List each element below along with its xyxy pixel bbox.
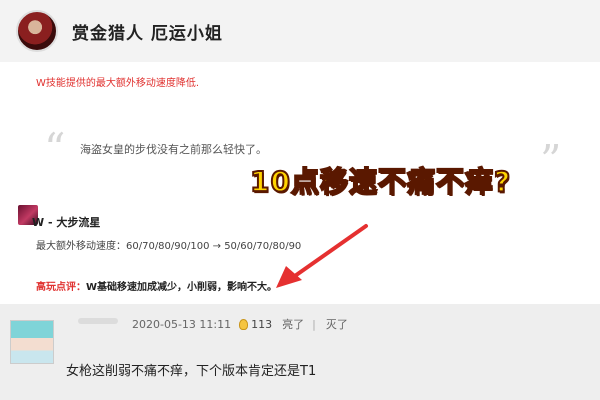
lightbulb-icon[interactable] — [239, 318, 249, 330]
champion-portrait-icon — [16, 10, 58, 52]
review-label: 高玩点评： — [36, 282, 86, 293]
arrow-icon — [276, 224, 368, 288]
user-avatar-icon[interactable] — [10, 320, 54, 364]
dislike-button[interactable]: 灭了 — [326, 316, 348, 332]
skill-detail: 最大额外移动速度：60/70/80/90/100 → 50/60/70/80/9… — [36, 241, 302, 252]
overlay-caption: 10点移速不痛不痒? — [249, 164, 512, 199]
action-separator: | — [312, 317, 316, 331]
champion-title: 赏金猎人 厄运小姐 — [72, 24, 223, 44]
like-button[interactable]: 亮了 — [282, 316, 304, 332]
quote-text: 海盗女皇的步伐没有之前那么轻快了。 — [80, 143, 267, 156]
username-redacted — [78, 318, 118, 324]
review-text: W基础移速加成减少，小削弱，影响不大。 — [86, 282, 278, 293]
expert-review: 高玩点评：W基础移速加成减少，小削弱，影响不大。 — [36, 278, 277, 293]
champion-header: 赏金猎人 厄运小姐 — [0, 0, 600, 62]
quote-close-icon: ” — [540, 136, 562, 185]
change-summary: W技能提供的最大额外移动速度降低. — [36, 78, 200, 89]
comment-timestamp: 2020-05-13 11:11 — [132, 317, 232, 331]
comment-text: 女枪这削弱不痛不痒，下个版本肯定还是T1 — [66, 364, 317, 379]
skill-name: W - 大步流星 — [32, 216, 101, 229]
comment-meta: 2020-05-13 11:11 113 亮了 | 灭了 — [132, 316, 348, 332]
quote-open-icon: “ — [44, 124, 66, 173]
like-count: 113 — [251, 317, 273, 331]
